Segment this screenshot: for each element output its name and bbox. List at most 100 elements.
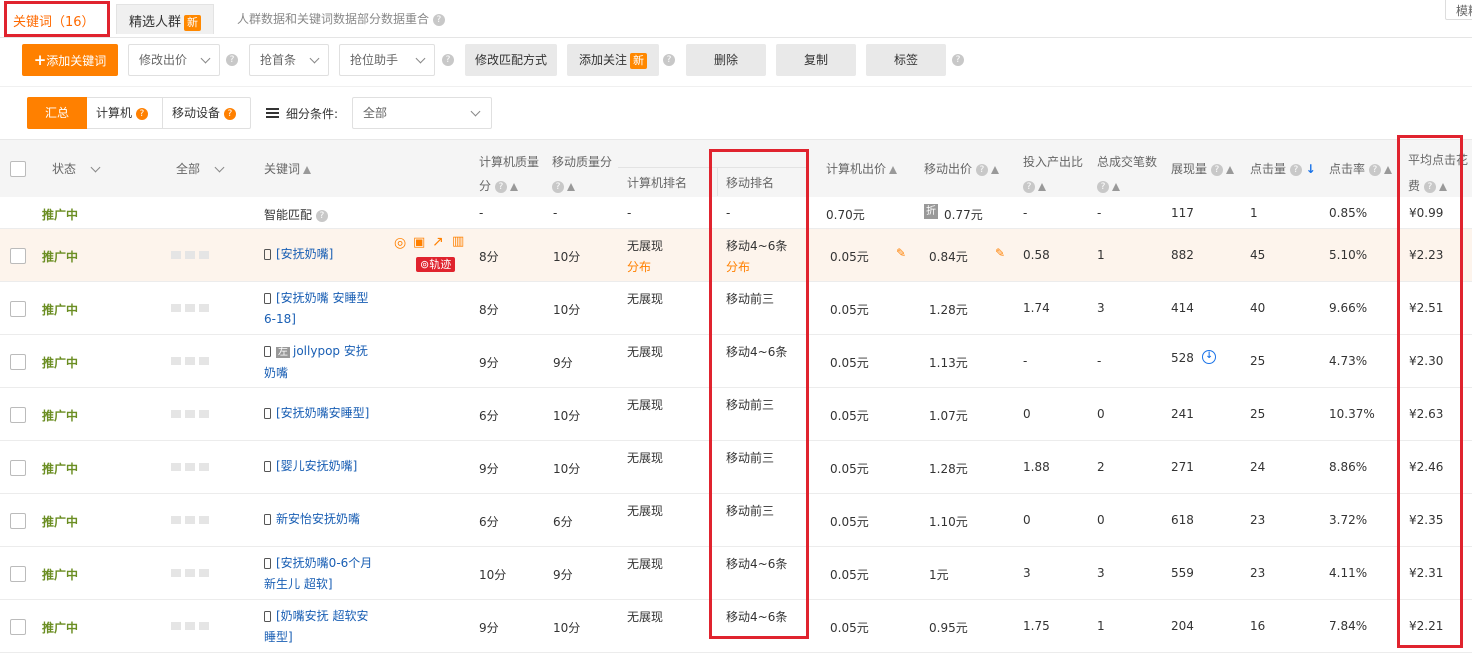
keyword-link[interactable]: [安抚奶嘴0-6个月 新生儿 超软]	[264, 553, 374, 595]
header-keyword[interactable]: 关键词	[264, 160, 312, 177]
status-text: 推广中	[42, 409, 79, 423]
keyword-link[interactable]: [奶嘴安抚 超软安睡型]	[264, 606, 374, 648]
chevron-down-icon	[415, 53, 426, 64]
select-all-checkbox[interactable]	[10, 161, 26, 177]
header-pc-quality[interactable]: 计算机质量分 ?	[479, 150, 539, 198]
segment-mobile[interactable]: 移动设备 ?	[163, 97, 251, 129]
header-mobile-bid[interactable]: 移动出价 ?	[924, 160, 999, 177]
sort-icon	[509, 182, 518, 191]
keyword-badge: 左	[276, 347, 290, 358]
track-button[interactable]: ⊚轨迹	[416, 257, 456, 272]
row-checkbox[interactable]	[10, 407, 26, 423]
keyword-link[interactable]: [婴儿安抚奶嘴]	[264, 456, 374, 477]
sort-icon	[1383, 165, 1392, 174]
sort-icon	[990, 165, 999, 174]
header-mobile-quality[interactable]: 移动质量分?	[552, 150, 612, 198]
row-checkbox[interactable]	[10, 248, 26, 264]
row-checkbox[interactable]	[10, 460, 26, 476]
header-pc-bid[interactable]: 计算机出价	[826, 160, 898, 177]
header-impressions[interactable]: 展现量 ?	[1171, 160, 1234, 177]
delete-button[interactable]: 删除	[686, 44, 766, 76]
mobile-icon	[264, 293, 271, 304]
distribution-link[interactable]: 分布	[627, 258, 651, 275]
header-clicks[interactable]: 点击量 ? ↓	[1250, 160, 1316, 177]
modify-bid-dropdown[interactable]: 修改出价	[128, 44, 220, 76]
help-icon[interactable]: ?	[226, 54, 238, 66]
download-icon[interactable]: ↓	[1202, 350, 1216, 364]
trend-icon[interactable]: ↗	[432, 234, 444, 250]
filter-condition-dropdown[interactable]: 全部	[352, 97, 492, 129]
plus-icon: +	[33, 51, 47, 69]
segment-pc[interactable]: 计算机 ?	[87, 97, 163, 129]
row-checkbox[interactable]	[10, 513, 26, 529]
placeholder-bars	[171, 357, 209, 365]
keyword-link[interactable]: 新安怡安抚奶嘴	[264, 509, 374, 530]
modify-match-button[interactable]: 修改匹配方式	[465, 44, 557, 76]
row-checkbox[interactable]	[10, 354, 26, 370]
add-follow-button[interactable]: 添加关注新	[567, 44, 659, 76]
header-roi[interactable]: 投入产出比?	[1023, 150, 1083, 198]
add-keyword-button[interactable]: +添加关键词	[22, 44, 118, 76]
keyword-link[interactable]: [安抚奶嘴安睡型]	[264, 403, 374, 424]
sort-down-icon: ↓	[1305, 162, 1316, 176]
grab-first-dropdown[interactable]: 抢首条	[249, 44, 329, 76]
help-icon[interactable]: ?	[663, 54, 675, 66]
status-text: 推广中	[42, 568, 79, 582]
mobile-icon	[264, 346, 271, 357]
sort-icon	[1225, 165, 1234, 174]
help-icon: ?	[223, 107, 236, 120]
report-icon[interactable]: ▣	[413, 235, 425, 250]
smart-match-label: 智能匹配 ?	[264, 206, 328, 223]
sort-icon	[303, 165, 312, 174]
sort-icon	[567, 182, 575, 191]
row-checkbox[interactable]	[10, 566, 26, 582]
help-icon: ?	[135, 107, 148, 120]
sort-icon	[1038, 182, 1046, 191]
segment-summary[interactable]: 汇总	[27, 97, 87, 129]
corner-text: 模糊	[1456, 4, 1472, 18]
keyword-link[interactable]: [安抚奶嘴 安睡型 6-18]	[264, 288, 374, 330]
new-badge: 新	[630, 52, 647, 69]
help-icon: ?	[1097, 180, 1109, 193]
edit-pencil-icon[interactable]: ✎	[896, 246, 906, 260]
keyword-link[interactable]: [安抚奶嘴]	[264, 244, 374, 265]
placeholder-bars	[171, 569, 209, 577]
tag-button[interactable]: 标签	[866, 44, 946, 76]
trash-icon[interactable]: ▥	[452, 234, 464, 249]
highlight-mobile-rank	[709, 149, 809, 639]
mobile-icon	[264, 611, 271, 622]
tab-keywords-label: 关键词（16）	[13, 15, 95, 30]
status-text: 推广中	[42, 303, 79, 317]
chevron-down-icon	[470, 106, 481, 117]
grab-helper-dropdown[interactable]: 抢位助手	[339, 44, 435, 76]
header-ctr[interactable]: 点击率 ?	[1329, 160, 1392, 177]
discount-badge: 折	[924, 204, 938, 219]
status-text: 推广中	[42, 621, 79, 635]
row-checkbox[interactable]	[10, 619, 26, 635]
sort-icon	[1112, 182, 1120, 191]
mobile-icon	[264, 461, 271, 472]
chevron-down-icon	[200, 53, 211, 64]
target-icon[interactable]: ◎	[394, 235, 406, 251]
help-icon[interactable]: ?	[952, 54, 964, 66]
help-icon[interactable]: ?	[442, 54, 454, 66]
help-icon: ?	[975, 163, 988, 176]
edit-pencil-icon[interactable]: ✎	[995, 246, 1005, 260]
placeholder-bars	[171, 304, 209, 312]
row-checkbox[interactable]	[10, 301, 26, 317]
placeholder-bars	[171, 463, 209, 471]
mobile-icon	[264, 514, 271, 525]
keyword-link[interactable]: 左 jollypop 安抚奶嘴	[264, 341, 374, 384]
notice-text: 人群数据和关键词数据部分数据重合	[237, 12, 430, 26]
tab-crowd-label: 精选人群	[129, 15, 182, 30]
header-status[interactable]: 状态	[52, 160, 101, 177]
header-pc-rank: 计算机排名	[627, 176, 688, 190]
chevron-down-icon	[214, 162, 225, 173]
copy-button[interactable]: 复制	[776, 44, 856, 76]
header-all[interactable]: 全部	[176, 160, 225, 177]
help-icon: ?	[1368, 163, 1381, 176]
help-icon: ?	[1289, 163, 1302, 176]
status-text: 推广中	[42, 250, 79, 264]
header-deals[interactable]: 总成交笔数?	[1097, 150, 1157, 198]
help-icon[interactable]: ?	[432, 13, 445, 26]
